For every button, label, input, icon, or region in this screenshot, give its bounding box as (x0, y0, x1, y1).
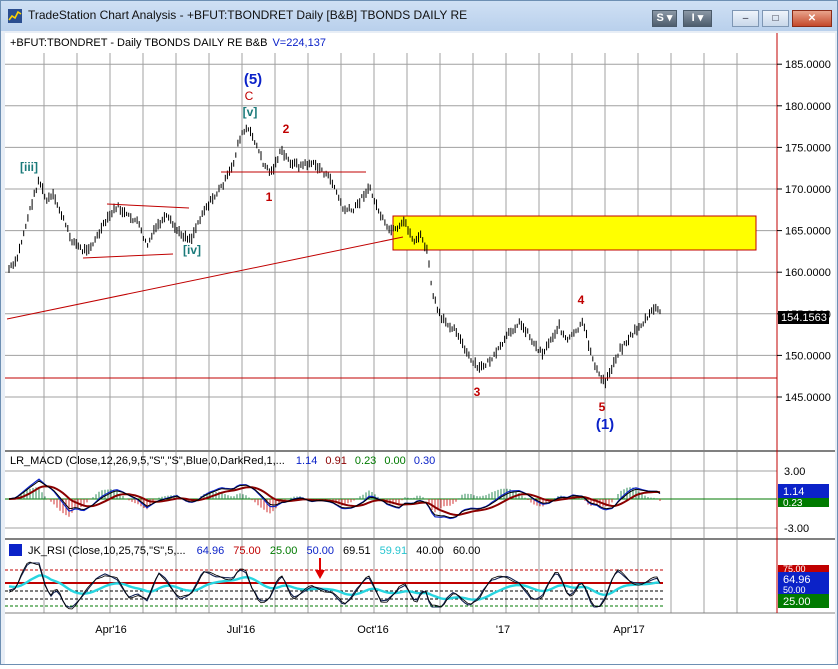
symbol-link-s-button[interactable]: S ▾ (652, 10, 677, 27)
macd-value-5: 0.30 (414, 455, 435, 467)
volume-readout: V=224,137 (272, 37, 326, 49)
price-tick-label: 170.0000 (785, 184, 831, 196)
minimize-icon: – (742, 13, 749, 24)
rsi-indicator-icon (9, 544, 22, 556)
rsi-badge-25-value: 25.00 (783, 596, 811, 608)
time-label-apr17: Apr'17 (613, 624, 644, 636)
wave-5-label: 5 (599, 400, 606, 414)
price-tick-label: 160.0000 (785, 267, 831, 279)
wave-2-label: 2 (283, 122, 290, 136)
macd-tick-top: 3.00 (784, 466, 805, 478)
wave-iv-label: [iv] (183, 243, 201, 257)
price-tick-label: 185.0000 (785, 59, 831, 71)
title-bar[interactable]: TradeStation Chart Analysis - +BFUT:TBON… (1, 1, 837, 31)
wave-v-label: [v] (243, 105, 258, 119)
wave-5-major-label: (5) (244, 71, 262, 88)
svg-text:LR_MACD (Close,12,26,9,5,"S",": LR_MACD (Close,12,26,9,5,"S","S",Blue,0,… (10, 455, 435, 467)
macd-value-1: 1.14 (296, 455, 317, 467)
time-label-apr16: Apr'16 (95, 624, 126, 636)
rsi-value-2: 75.00 (233, 545, 261, 557)
wave-1-major-label: (1) (596, 416, 614, 433)
indicator-i-button[interactable]: I ▾ (683, 10, 712, 27)
macd-badge-value: 1.14 (783, 486, 804, 498)
macd-badge-green-value: 0.23 (783, 498, 803, 509)
close-icon: ✕ (807, 13, 817, 24)
macd-value-2: 0.91 (325, 455, 346, 467)
rsi-value-6: 59.91 (380, 545, 408, 557)
time-label-jul16: Jul'16 (227, 624, 255, 636)
dropdown-arrow-icon: ▾ (694, 12, 704, 24)
rsi-value-7: 40.00 (416, 545, 444, 557)
rsi-value-4: 50.00 (306, 545, 334, 557)
macd-value-4: 0.00 (384, 455, 405, 467)
window-title: TradeStation Chart Analysis - +BFUT:TBON… (28, 8, 468, 22)
rsi-header: JK_RSI (Close,10,25,75,"S",5,... (28, 545, 186, 557)
resistance-zone-box[interactable] (392, 215, 757, 251)
price-tick-label: 180.0000 (785, 101, 831, 113)
macd-header: LR_MACD (Close,12,26,9,5,"S","S",Blue,0,… (10, 455, 285, 467)
wave-iii-label: [iii] (20, 160, 38, 174)
dropdown-arrow-icon: ▾ (663, 12, 673, 24)
maximize-button[interactable]: □ (762, 10, 789, 27)
price-tick-label: 150.0000 (785, 350, 831, 362)
maximize-icon: □ (772, 13, 779, 24)
wave-4-label: 4 (578, 293, 585, 307)
last-price-value: 154.1563 (781, 312, 827, 324)
wave-c-label: C (245, 89, 254, 103)
chart-window: TradeStation Chart Analysis - +BFUT:TBON… (0, 0, 838, 665)
price-tick-label: 175.0000 (785, 142, 831, 154)
svg-text:+BFUT:TBONDRET - Daily TBONDS: +BFUT:TBONDRET - Daily TBONDS DAILY RE B… (10, 37, 326, 49)
macd-value-3: 0.23 (355, 455, 376, 467)
time-label-oct16: Oct'16 (357, 624, 388, 636)
rsi-value-1: 64.96 (197, 545, 225, 557)
minimize-button[interactable]: – (732, 10, 759, 27)
wave-3-label: 3 (474, 385, 481, 399)
chart-svg[interactable]: (5) C [v] [iii] [iv] 1 2 3 4 5 (1) +BFUT… (5, 33, 835, 664)
time-label-17: '17 (496, 624, 510, 636)
rsi-value-8: 60.00 (453, 545, 481, 557)
rsi-value-3: 25.00 (270, 545, 298, 557)
wave-1-label: 1 (266, 190, 273, 204)
price-axis[interactable]: 185.0000 180.0000 175.0000 170.0000 165.0000… (777, 59, 831, 404)
tradestation-app-icon (8, 9, 22, 23)
close-button[interactable]: ✕ (792, 10, 832, 27)
rsi-value-5: 69.51 (343, 545, 371, 557)
price-tick-label: 145.0000 (785, 392, 831, 404)
rsi-badge-50-value: 50.00 (783, 585, 806, 595)
chart-area: (5) C [v] [iii] [iv] 1 2 3 4 5 (1) +BFUT… (5, 33, 835, 664)
macd-tick-bottom: -3.00 (784, 523, 809, 535)
price-panel-header: +BFUT:TBONDRET - Daily TBONDS DAILY RE B… (10, 37, 267, 49)
price-tick-label: 165.0000 (785, 226, 831, 238)
